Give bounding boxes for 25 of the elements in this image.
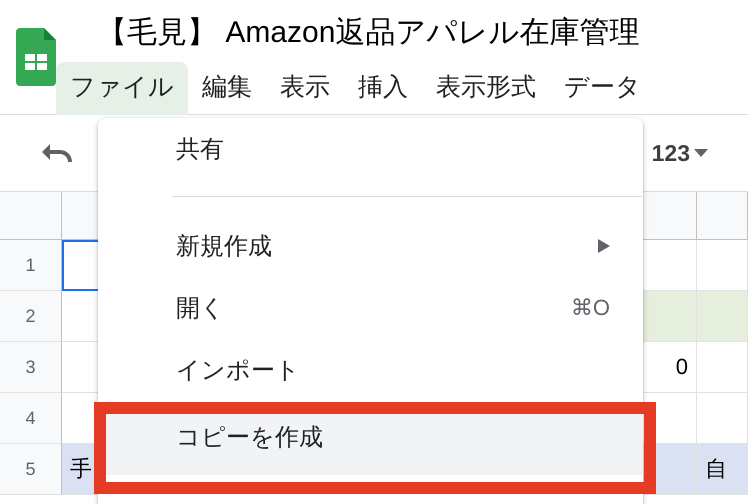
menu-option[interactable]: インポート [98,339,643,401]
row-header[interactable]: 4 [0,393,62,444]
corner-header[interactable] [0,192,62,240]
document-title[interactable]: 【毛見】 Amazon返品アパレル在庫管理 [97,12,655,53]
menu-item[interactable]: 表示 [266,62,344,115]
row-header[interactable]: 2 [0,291,62,342]
number-format-button[interactable]: 123 [652,140,708,166]
column-header[interactable] [697,192,748,240]
row-header[interactable]: 3 [0,342,62,393]
menu-item[interactable]: 挿入 [344,62,422,115]
menu-item[interactable]: 編集 [188,62,266,115]
dropdown-caret-icon [694,149,708,157]
menu-item[interactable]: データ [550,62,655,115]
menu-option[interactable]: 共有 [98,118,643,180]
submenu-arrow-icon [598,239,610,253]
sheets-logo-icon[interactable] [16,28,56,86]
menu-option[interactable]: 開く ⌘O [98,277,643,339]
row-header[interactable]: 5 [0,444,62,495]
menu-option[interactable]: 新規作成 [98,215,643,277]
menu-item[interactable]: ファイル [56,62,188,115]
row-header[interactable]: 1 [0,240,62,291]
shortcut-label: ⌘O [570,295,610,321]
menu-item[interactable]: 表示形式 [422,62,550,115]
column-header[interactable] [643,192,697,240]
table-cell: 自 [697,444,748,495]
